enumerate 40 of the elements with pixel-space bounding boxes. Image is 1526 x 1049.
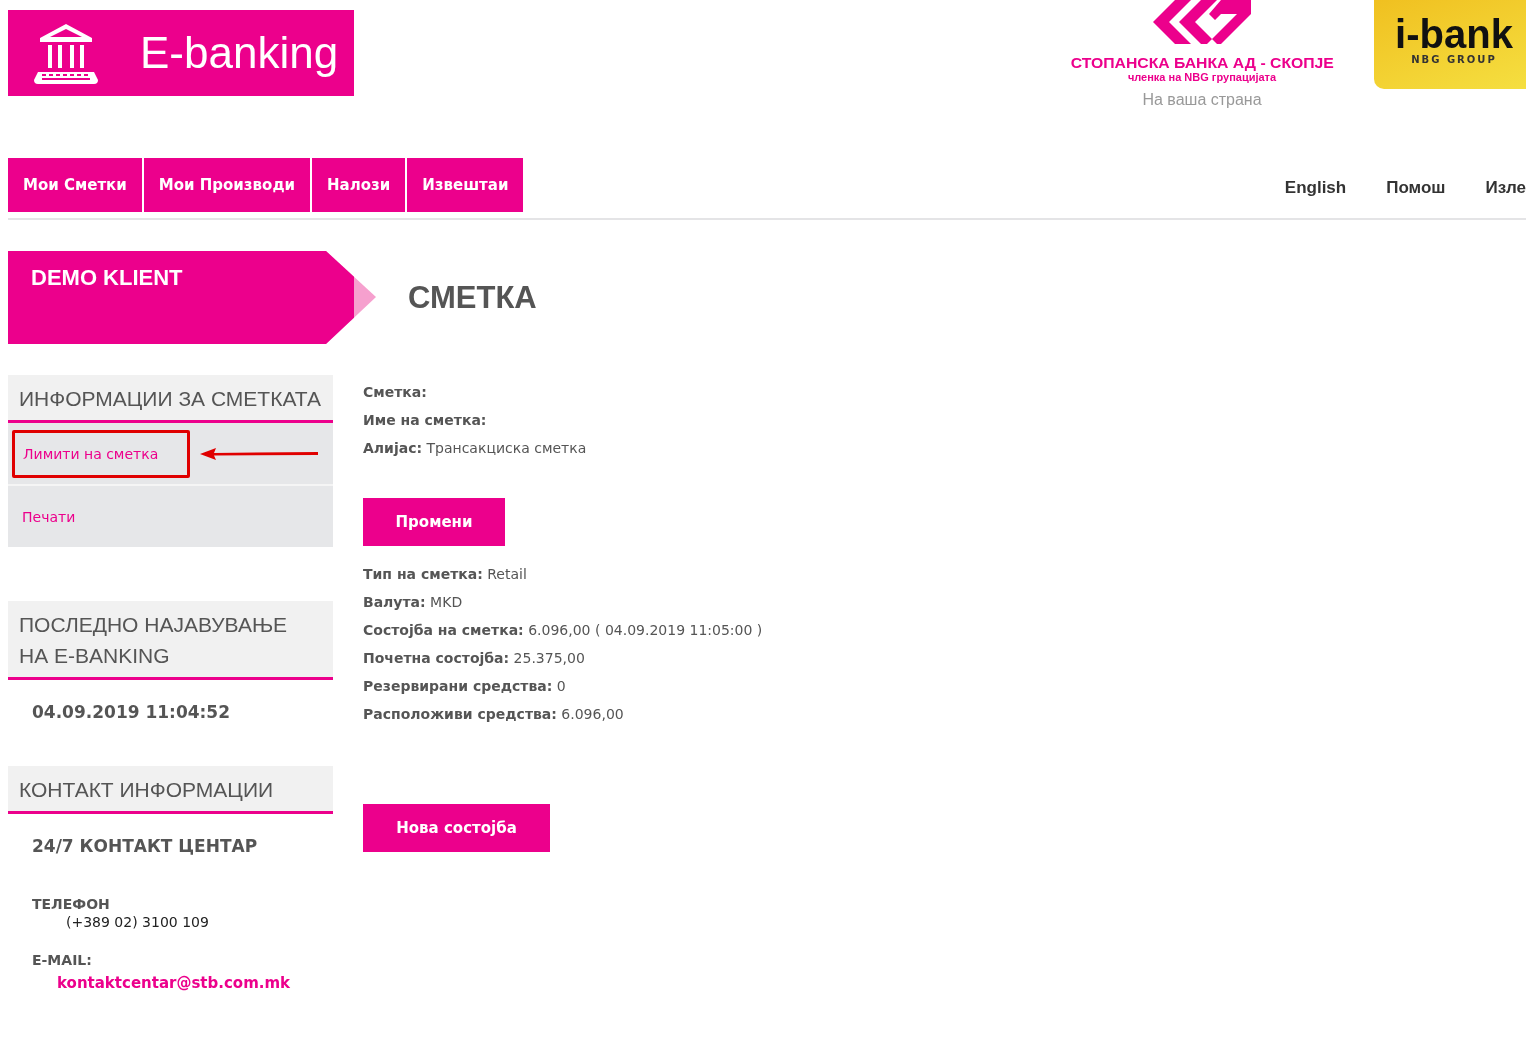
account-field: Алијас: Трансакциска сметка (363, 434, 763, 462)
account-field: Тип на сметка: Retail (363, 560, 763, 588)
phone-label: ТЕЛЕФОН (31, 896, 111, 912)
account-field: Почетна состојба: 25.375,00 (363, 644, 763, 672)
contact-center-label: 24/7 КОНТАКТ ЦЕНТАР (31, 835, 259, 856)
sidebar-link[interactable]: Печати (8, 508, 76, 525)
page-title: СМЕТКА (408, 279, 537, 316)
i-bank-brand: i-bank (1395, 14, 1513, 54)
i-bank-group: NBG GROUP (1411, 54, 1497, 65)
bank-name: СТОПАНСКА БАНКА АД - СКОПЈЕ (1070, 54, 1334, 71)
bank-building-icon (34, 22, 98, 84)
account-field: Име на сметка: (363, 406, 763, 434)
header-link[interactable]: Помош (1386, 178, 1446, 198)
email-label: E-MAIL: (31, 952, 93, 968)
section-heading: ПОСЛЕДНО НАЈАВУВАЊЕ НА E-BANKING (8, 601, 333, 680)
logo-text: E-banking (140, 28, 339, 78)
account-field: Состојба на сметка: 6.096,00 ( 04.09.2019 11:05:00 ) (363, 616, 763, 644)
client-name: DEMO KLIENT (31, 265, 183, 290)
account-field: Валута: MKD (363, 588, 763, 616)
nav-menu-item[interactable]: Налози (312, 158, 406, 212)
section-heading: КОНТАКТ ИНФОРМАЦИИ (8, 766, 333, 814)
sidebar-link[interactable]: Лимити на сметка (15, 445, 159, 462)
last-login-time: 04.09.2019 11:04:52 (31, 701, 232, 724)
new-balance-button[interactable]: Нова состојба (363, 804, 550, 852)
nav-menu-item[interactable]: Мои Сметки (8, 158, 142, 212)
header-link[interactable]: English (1284, 178, 1347, 198)
phone-number: (+389 02) 3100 109 (65, 914, 210, 930)
change-button[interactable]: Промени (363, 498, 505, 546)
header-link[interactable]: Изле (1485, 178, 1526, 198)
e-banking-logo[interactable]: E-banking (8, 10, 354, 96)
account-field: Резервирани средства: 0 (363, 672, 763, 700)
account-field: Расположиви средства: 6.096,00 (363, 700, 763, 728)
account-field: Сметка: (363, 378, 763, 406)
nav-menu-item[interactable]: Извештаи (407, 158, 524, 212)
bank-slogan: На ваша страна (1142, 91, 1262, 109)
bank-subtitle: членка на NBG групацијата (1127, 71, 1277, 83)
bank-emblem-icon (1151, 0, 1253, 44)
section-heading: ИНФОРМАЦИИ ЗА СМЕТКАТА (8, 375, 333, 423)
nav-menu-item[interactable]: Мои Производи (143, 158, 310, 212)
email-link[interactable]: kontaktcentar@stb.com.mk (8, 974, 333, 992)
